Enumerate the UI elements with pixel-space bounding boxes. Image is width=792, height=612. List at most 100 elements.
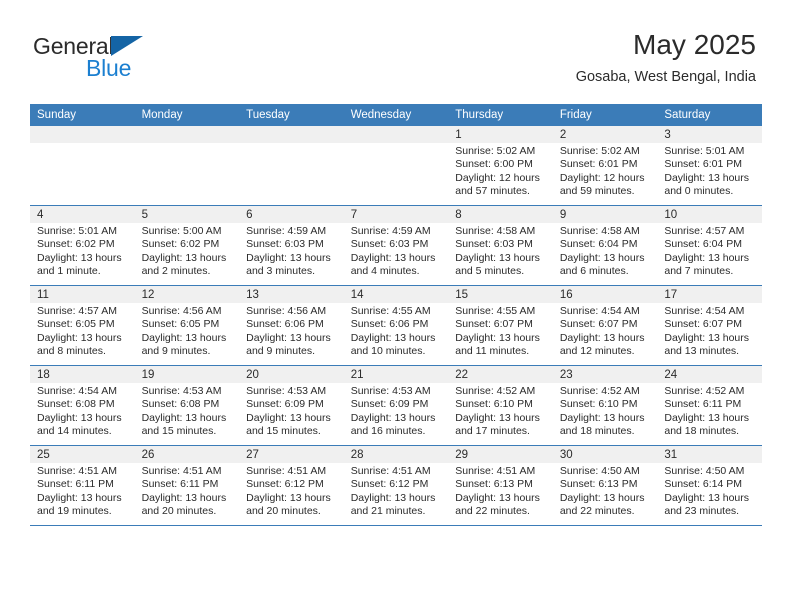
sunset-text: Sunset: 6:13 PM — [455, 478, 533, 491]
calendar-day-cell[interactable]: 26 Sunrise: 4:51 AM Sunset: 6:11 PM Dayl… — [134, 445, 240, 526]
day-info: Sunrise: 4:56 AM Sunset: 6:06 PM Dayligh… — [239, 303, 344, 359]
daylight-text-line2: and 21 minutes. — [350, 505, 426, 518]
calendar-day-cell[interactable]: 27 Sunrise: 4:51 AM Sunset: 6:12 PM Dayl… — [239, 445, 344, 526]
daylight-text-line2: and 14 minutes. — [37, 425, 112, 438]
calendar-day-cell[interactable]: 30 Sunrise: 4:50 AM Sunset: 6:13 PM Dayl… — [552, 445, 658, 526]
calendar-day-cell[interactable]: 7 Sunrise: 4:59 AM Sunset: 6:03 PM Dayli… — [343, 205, 449, 286]
day-number: 14 — [343, 286, 449, 303]
day-cell-inner — [30, 126, 135, 205]
day-cell-inner: 18 Sunrise: 4:54 AM Sunset: 6:08 PM Dayl… — [30, 366, 135, 445]
day-number — [239, 126, 344, 143]
calendar-day-cell[interactable]: 17 Sunrise: 4:54 AM Sunset: 6:07 PM Dayl… — [657, 285, 762, 366]
sunrise-text: Sunrise: 5:02 AM — [559, 145, 640, 157]
day-info: Sunrise: 4:51 AM Sunset: 6:11 PM Dayligh… — [135, 463, 240, 519]
calendar-day-cell[interactable]: 4 Sunrise: 5:01 AM Sunset: 6:02 PM Dayli… — [30, 205, 135, 286]
day-cell-inner: 23 Sunrise: 4:52 AM Sunset: 6:10 PM Dayl… — [552, 366, 658, 445]
calendar-day-cell[interactable]: 5 Sunrise: 5:00 AM Sunset: 6:02 PM Dayli… — [134, 205, 240, 286]
calendar-day-cell[interactable]: 3 Sunrise: 5:01 AM Sunset: 6:01 PM Dayli… — [657, 126, 762, 206]
daylight-text-line2: and 22 minutes. — [559, 505, 635, 518]
sunset-text: Sunset: 6:01 PM — [664, 158, 743, 171]
day-number: 17 — [657, 286, 762, 303]
sunrise-text: Sunrise: 4:54 AM — [559, 305, 640, 317]
calendar-day-cell[interactable]: 13 Sunrise: 4:56 AM Sunset: 6:06 PM Dayl… — [239, 285, 344, 366]
daylight-text-line2: and 6 minutes. — [559, 265, 629, 278]
calendar-day-cell[interactable]: 14 Sunrise: 4:55 AM Sunset: 6:06 PM Dayl… — [343, 285, 449, 366]
page-title: May 2025 — [633, 29, 756, 60]
calendar-day-cell[interactable]: 24 Sunrise: 4:52 AM Sunset: 6:11 PM Dayl… — [657, 365, 762, 446]
sunset-text: Sunset: 6:10 PM — [559, 398, 638, 411]
day-cell-inner: 8 Sunrise: 4:58 AM Sunset: 6:03 PM Dayli… — [448, 206, 553, 285]
calendar-day-cell[interactable]: 11 Sunrise: 4:57 AM Sunset: 6:05 PM Dayl… — [30, 285, 135, 366]
day-number: 19 — [134, 366, 240, 383]
day-number — [134, 126, 240, 143]
day-cell-inner: 15 Sunrise: 4:55 AM Sunset: 6:07 PM Dayl… — [448, 286, 553, 365]
day-info: Sunrise: 4:58 AM Sunset: 6:04 PM Dayligh… — [553, 223, 658, 279]
calendar-day-cell[interactable]: 12 Sunrise: 4:56 AM Sunset: 6:05 PM Dayl… — [134, 285, 240, 366]
day-cell-inner — [343, 126, 449, 205]
sunrise-text: Sunrise: 4:53 AM — [246, 385, 327, 397]
daylight-text-line2: and 19 minutes. — [37, 505, 112, 518]
day-cell-inner — [134, 126, 240, 205]
calendar-day-cell[interactable] — [343, 126, 449, 206]
sunrise-text: Sunrise: 4:56 AM — [246, 305, 327, 317]
day-cell-inner: 7 Sunrise: 4:59 AM Sunset: 6:03 PM Dayli… — [343, 206, 449, 285]
calendar-day-cell[interactable]: 21 Sunrise: 4:53 AM Sunset: 6:09 PM Dayl… — [343, 365, 449, 446]
calendar-body: 1 Sunrise: 5:02 AM Sunset: 6:00 PM Dayli… — [30, 126, 762, 526]
calendar-day-cell[interactable]: 23 Sunrise: 4:52 AM Sunset: 6:10 PM Dayl… — [552, 365, 658, 446]
calendar-day-cell[interactable]: 29 Sunrise: 4:51 AM Sunset: 6:13 PM Dayl… — [448, 445, 553, 526]
page-header: General Blue May 2025 Gosaba, West Benga… — [0, 0, 792, 100]
calendar-day-cell[interactable]: 16 Sunrise: 4:54 AM Sunset: 6:07 PM Dayl… — [552, 285, 658, 366]
day-cell-inner: 11 Sunrise: 4:57 AM Sunset: 6:05 PM Dayl… — [30, 286, 135, 365]
day-cell-inner: 13 Sunrise: 4:56 AM Sunset: 6:06 PM Dayl… — [239, 286, 344, 365]
day-cell-inner: 27 Sunrise: 4:51 AM Sunset: 6:12 PM Dayl… — [239, 446, 344, 525]
calendar-day-cell[interactable]: 25 Sunrise: 4:51 AM Sunset: 6:11 PM Dayl… — [30, 445, 135, 526]
daylight-text-line1: Daylight: 13 hours — [455, 331, 540, 344]
calendar-day-cell[interactable]: 10 Sunrise: 4:57 AM Sunset: 6:04 PM Dayl… — [657, 205, 762, 286]
sunset-text: Sunset: 6:02 PM — [141, 238, 220, 251]
sunrise-text: Sunrise: 4:51 AM — [246, 465, 327, 477]
sunset-text: Sunset: 6:07 PM — [455, 318, 533, 331]
day-number: 4 — [30, 206, 135, 223]
sunset-text: Sunset: 6:14 PM — [664, 478, 743, 491]
day-info: Sunrise: 5:00 AM Sunset: 6:02 PM Dayligh… — [135, 223, 240, 279]
calendar-day-cell[interactable] — [30, 126, 135, 206]
day-cell-inner: 9 Sunrise: 4:58 AM Sunset: 6:04 PM Dayli… — [552, 206, 658, 285]
day-info: Sunrise: 5:02 AM Sunset: 6:01 PM Dayligh… — [553, 143, 658, 199]
daylight-text-line1: Daylight: 13 hours — [141, 331, 227, 344]
daylight-text-line1: Daylight: 13 hours — [350, 331, 436, 344]
daylight-text-line1: Daylight: 13 hours — [37, 411, 122, 424]
sunrise-text: Sunrise: 5:01 AM — [37, 225, 117, 237]
calendar-day-cell[interactable]: 22 Sunrise: 4:52 AM Sunset: 6:10 PM Dayl… — [448, 365, 553, 446]
calendar-day-cell[interactable]: 8 Sunrise: 4:58 AM Sunset: 6:03 PM Dayli… — [448, 205, 553, 286]
calendar-day-cell[interactable]: 19 Sunrise: 4:53 AM Sunset: 6:08 PM Dayl… — [134, 365, 240, 446]
sunrise-text: Sunrise: 4:58 AM — [559, 225, 640, 237]
calendar-day-cell[interactable]: 1 Sunrise: 5:02 AM Sunset: 6:00 PM Dayli… — [448, 126, 553, 206]
daylight-text-line1: Daylight: 13 hours — [664, 251, 750, 264]
daylight-text-line2: and 5 minutes. — [455, 265, 525, 278]
calendar-day-cell[interactable]: 6 Sunrise: 4:59 AM Sunset: 6:03 PM Dayli… — [239, 205, 344, 286]
calendar-day-cell[interactable]: 9 Sunrise: 4:58 AM Sunset: 6:04 PM Dayli… — [552, 205, 658, 286]
day-number: 30 — [552, 446, 658, 463]
calendar-day-cell[interactable]: 18 Sunrise: 4:54 AM Sunset: 6:08 PM Dayl… — [30, 365, 135, 446]
calendar-day-cell[interactable]: 20 Sunrise: 4:53 AM Sunset: 6:09 PM Dayl… — [239, 365, 344, 446]
logo-text-blue: Blue — [86, 55, 132, 81]
sunrise-text: Sunrise: 4:52 AM — [664, 385, 745, 397]
day-number — [30, 126, 135, 143]
calendar-day-cell[interactable]: 2 Sunrise: 5:02 AM Sunset: 6:01 PM Dayli… — [552, 126, 658, 206]
general-blue-logo[interactable]: General Blue — [33, 33, 233, 83]
day-number: 2 — [552, 126, 658, 143]
sunset-text: Sunset: 6:04 PM — [559, 238, 638, 251]
daylight-text-line1: Daylight: 13 hours — [559, 331, 645, 344]
daylight-text-line1: Daylight: 13 hours — [350, 411, 436, 424]
calendar-day-cell[interactable]: 28 Sunrise: 4:51 AM Sunset: 6:12 PM Dayl… — [343, 445, 449, 526]
calendar-day-cell[interactable]: 31 Sunrise: 4:50 AM Sunset: 6:14 PM Dayl… — [657, 445, 762, 526]
calendar-day-cell[interactable]: 15 Sunrise: 4:55 AM Sunset: 6:07 PM Dayl… — [448, 285, 553, 366]
calendar-day-cell[interactable] — [134, 126, 240, 206]
day-cell-inner: 16 Sunrise: 4:54 AM Sunset: 6:07 PM Dayl… — [552, 286, 658, 365]
weekday-header-tuesday: Tuesday — [239, 104, 344, 126]
sunset-text: Sunset: 6:08 PM — [37, 398, 115, 411]
daylight-text-line1: Daylight: 13 hours — [37, 331, 122, 344]
daylight-text-line2: and 4 minutes. — [350, 265, 420, 278]
day-number: 12 — [134, 286, 240, 303]
calendar-day-cell[interactable] — [239, 126, 344, 206]
